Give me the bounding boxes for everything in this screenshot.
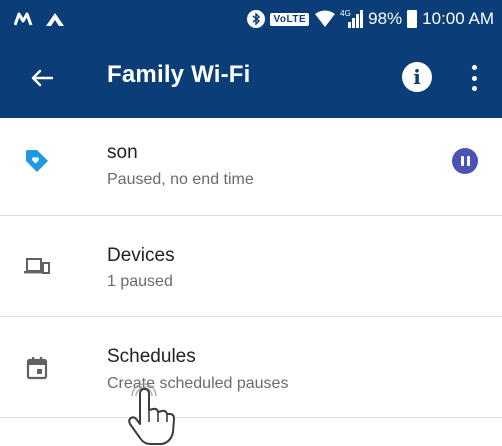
- status-time: 10:00 AM: [422, 9, 494, 28]
- list-item-title: Schedules: [107, 346, 196, 367]
- info-icon: i: [413, 65, 421, 89]
- info-button[interactable]: i: [402, 62, 432, 92]
- signal-indicator: 4G: [340, 9, 364, 28]
- list-item-title: son: [107, 142, 138, 163]
- page-title: Family Wi-Fi: [107, 61, 251, 88]
- volte-badge: VoLTE: [270, 12, 310, 26]
- list-item-subtitle: 1 paused: [107, 273, 173, 290]
- tag-heart-icon: [22, 146, 52, 176]
- status-right: VoLTE 4G 98% 10:00 AM: [247, 8, 494, 30]
- list-item-son[interactable]: son Paused, no end time: [0, 118, 502, 218]
- status-bar: VoLTE 4G 98% 10:00 AM: [0, 0, 502, 38]
- pause-icon: [460, 156, 464, 166]
- app-notification-icon: [46, 13, 64, 26]
- status-left-icons: [14, 9, 66, 29]
- list-item-schedules[interactable]: Schedules Create scheduled pauses: [0, 317, 502, 417]
- paused-badge[interactable]: [452, 148, 478, 174]
- signal-type-label: 4G: [340, 9, 351, 18]
- back-button[interactable]: [24, 60, 60, 96]
- battery-icon: [407, 10, 418, 28]
- list-item-subtitle: Paused, no end time: [107, 171, 254, 188]
- app-bar: Family Wi-Fi i: [0, 38, 502, 118]
- arrow-back-icon: [31, 69, 53, 87]
- bluetooth-icon: [247, 10, 266, 28]
- m-icon: [14, 12, 33, 26]
- more-options-button[interactable]: [464, 62, 484, 94]
- list-item-devices[interactable]: Devices 1 paused: [0, 216, 502, 316]
- wifi-icon: [315, 10, 336, 27]
- divider: [0, 417, 502, 418]
- more-vert-icon: [471, 65, 477, 70]
- battery-percent: 98%: [368, 9, 403, 28]
- list-item-title: Devices: [107, 245, 175, 266]
- devices-icon: [22, 252, 52, 282]
- calendar-icon: [22, 353, 52, 383]
- hand-pointer-icon: [128, 383, 175, 445]
